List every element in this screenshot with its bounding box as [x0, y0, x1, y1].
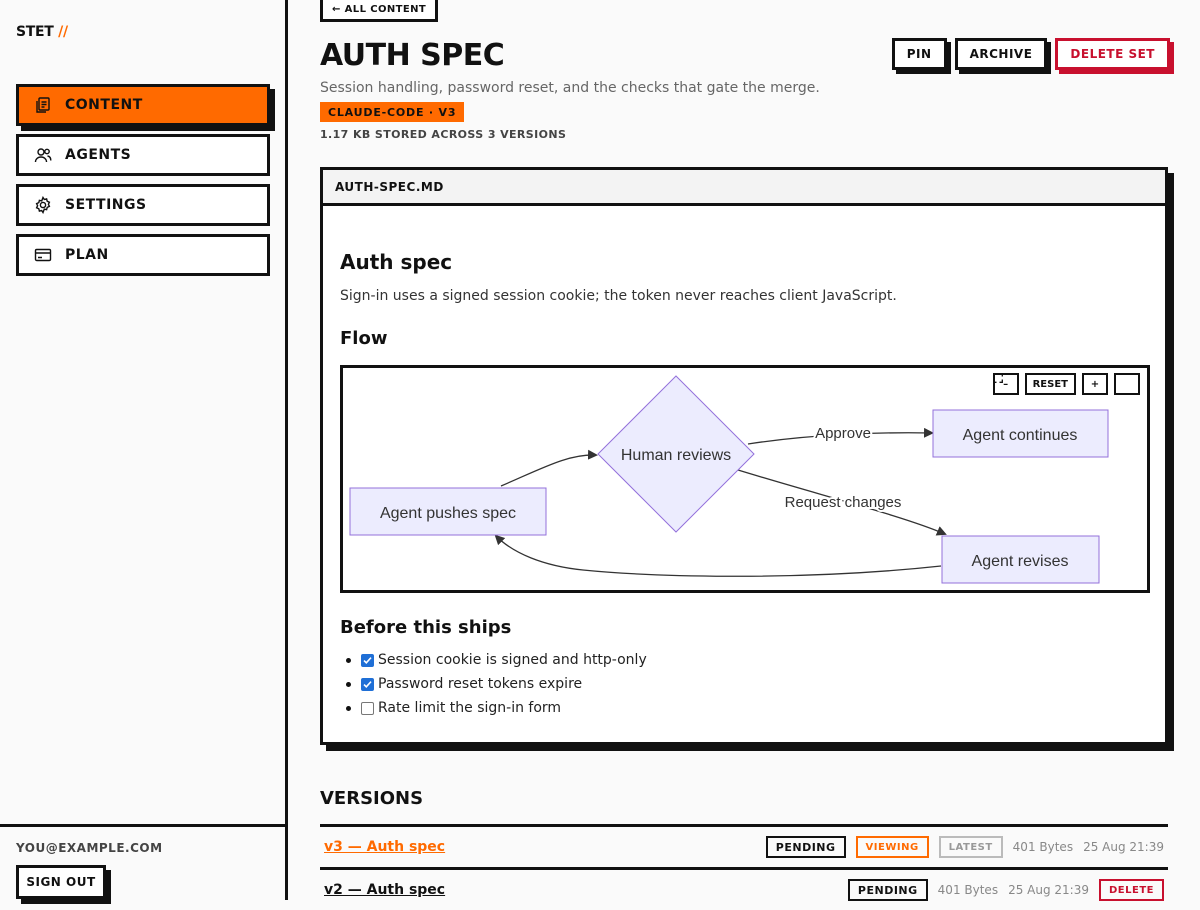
sidebar-item-content[interactable]: CONTENT: [16, 84, 270, 126]
sidebar-item-plan[interactable]: PLAN: [16, 234, 270, 276]
node-label-review: Human reviews: [621, 447, 731, 464]
pin-button[interactable]: PIN: [891, 38, 947, 70]
agent-version-tag: CLAUDE-CODE · V3: [320, 102, 465, 122]
fullscreen-icon: [992, 373, 1003, 383]
edge-revise-to-push: [494, 534, 942, 577]
fullscreen-button[interactable]: [992, 373, 1140, 395]
files-icon: [33, 95, 53, 115]
sidebar-item-label: CONTENT: [65, 97, 143, 113]
list-item: Rate limit the sign-in form: [346, 696, 1148, 720]
brand-mark: //: [58, 24, 68, 40]
version-link-v3[interactable]: v3 — Auth spec: [320, 839, 445, 855]
zoom-reset-button[interactable]: RESET: [1024, 373, 1076, 395]
version-row: v2 — Auth spec PENDING 401 Bytes 25 Aug …: [320, 867, 1168, 910]
version-meta: PENDING VIEWING LATEST 401 Bytes 25 Aug …: [765, 836, 1168, 858]
sidebar-nav: CONTENT AGENTS SETTINGS PLAN: [16, 84, 270, 284]
sign-out-button[interactable]: SIGN OUT: [16, 865, 106, 899]
doc-intro: Sign-in uses a signed session cookie; th…: [340, 288, 897, 304]
checklist: Session cookie is signed and http-only P…: [340, 648, 1148, 720]
sidebar-item-settings[interactable]: SETTINGS: [16, 184, 270, 226]
checkbox-checked[interactable]: [361, 677, 374, 691]
flow-diagram[interactable]: Approve Request changes Agent pushes spe…: [340, 365, 1150, 593]
checks-heading: Before this ships: [340, 617, 512, 638]
version-date: 25 Aug 21:39: [1008, 883, 1089, 897]
bullet: [346, 657, 351, 663]
delete-set-button[interactable]: DELETE SET: [1055, 38, 1170, 70]
checklist-label: Password reset tokens expire: [378, 676, 583, 692]
file-preview: AUTH-SPEC.MD Auth spec Sign-in uses a si…: [320, 167, 1168, 745]
zoom-in-button[interactable]: +: [1082, 373, 1108, 395]
bullet: [346, 681, 351, 687]
file-name: AUTH-SPEC.MD: [323, 170, 1165, 206]
gear-icon: [33, 195, 53, 215]
node-label-continue: Agent continues: [963, 427, 1078, 444]
all-content-back-button[interactable]: ← ALL CONTENT: [320, 0, 439, 22]
page-title: AUTH SPEC: [320, 38, 505, 73]
edge-push-to-review: [500, 449, 598, 487]
version-size: 401 Bytes: [937, 883, 999, 897]
latest-badge: LATEST: [938, 836, 1003, 858]
version-size: 401 Bytes: [1012, 840, 1074, 854]
card-icon: [33, 245, 53, 265]
account-panel: YOU@EXAMPLE.COM SIGN OUT: [0, 824, 285, 900]
diagram-zoom-controls: – RESET +: [992, 373, 1140, 395]
markdown-body: Auth spec Sign-in uses a signed session …: [323, 250, 1165, 720]
account-email: YOU@EXAMPLE.COM: [16, 841, 163, 855]
viewing-badge: VIEWING: [855, 836, 929, 858]
checklist-label: Session cookie is signed and http-only: [378, 652, 647, 668]
sidebar-item-label: SETTINGS: [65, 197, 147, 213]
brand-logo[interactable]: STET //: [16, 24, 68, 40]
node-label-revise: Agent revises: [972, 553, 1069, 570]
checkbox-checked[interactable]: [361, 653, 374, 667]
list-item: Session cookie is signed and http-only: [346, 648, 1148, 672]
list-item: Password reset tokens expire: [346, 672, 1148, 696]
version-row: v3 — Auth spec PENDING VIEWING LATEST 40…: [320, 824, 1168, 867]
edge-label-approve: Approve: [815, 425, 871, 442]
users-icon: [33, 145, 53, 165]
bullet: [346, 705, 351, 711]
version-link-v2[interactable]: v2 — Auth spec: [320, 882, 445, 898]
edge-label-request-changes: Request changes: [785, 494, 902, 511]
sidebar-item-agents[interactable]: AGENTS: [16, 134, 270, 176]
node-label-push: Agent pushes spec: [380, 505, 516, 522]
version-date: 25 Aug 21:39: [1083, 840, 1164, 854]
brand-name: STET: [16, 24, 54, 40]
status-badge: PENDING: [847, 879, 928, 901]
flow-diagram-canvas: Approve Request changes Agent pushes spe…: [349, 375, 1109, 584]
delete-version-button[interactable]: DELETE: [1099, 879, 1164, 901]
checklist-label: Rate limit the sign-in form: [378, 700, 562, 716]
sidebar-item-label: AGENTS: [65, 147, 132, 163]
header-actions: PIN ARCHIVE DELETE SET: [891, 38, 1170, 70]
main-content: ← ALL CONTENT AUTH SPEC Session handling…: [320, 0, 1170, 901]
page-subtitle: Session handling, password reset, and th…: [320, 80, 820, 96]
storage-meta: 1.17 KB STORED ACROSS 3 VERSIONS: [320, 128, 567, 141]
status-badge: PENDING: [765, 836, 846, 858]
doc-heading: Auth spec: [340, 250, 453, 274]
flow-heading: Flow: [340, 328, 388, 349]
archive-button[interactable]: ARCHIVE: [954, 38, 1048, 70]
version-meta: PENDING 401 Bytes 25 Aug 21:39 DELETE: [847, 879, 1168, 901]
versions-heading: VERSIONS: [320, 788, 424, 809]
sidebar: STET // CONTENT AGENTS SETTINGS PLAN YOU…: [0, 0, 288, 900]
sidebar-item-label: PLAN: [65, 247, 109, 263]
checkbox-unchecked[interactable]: [361, 701, 374, 715]
